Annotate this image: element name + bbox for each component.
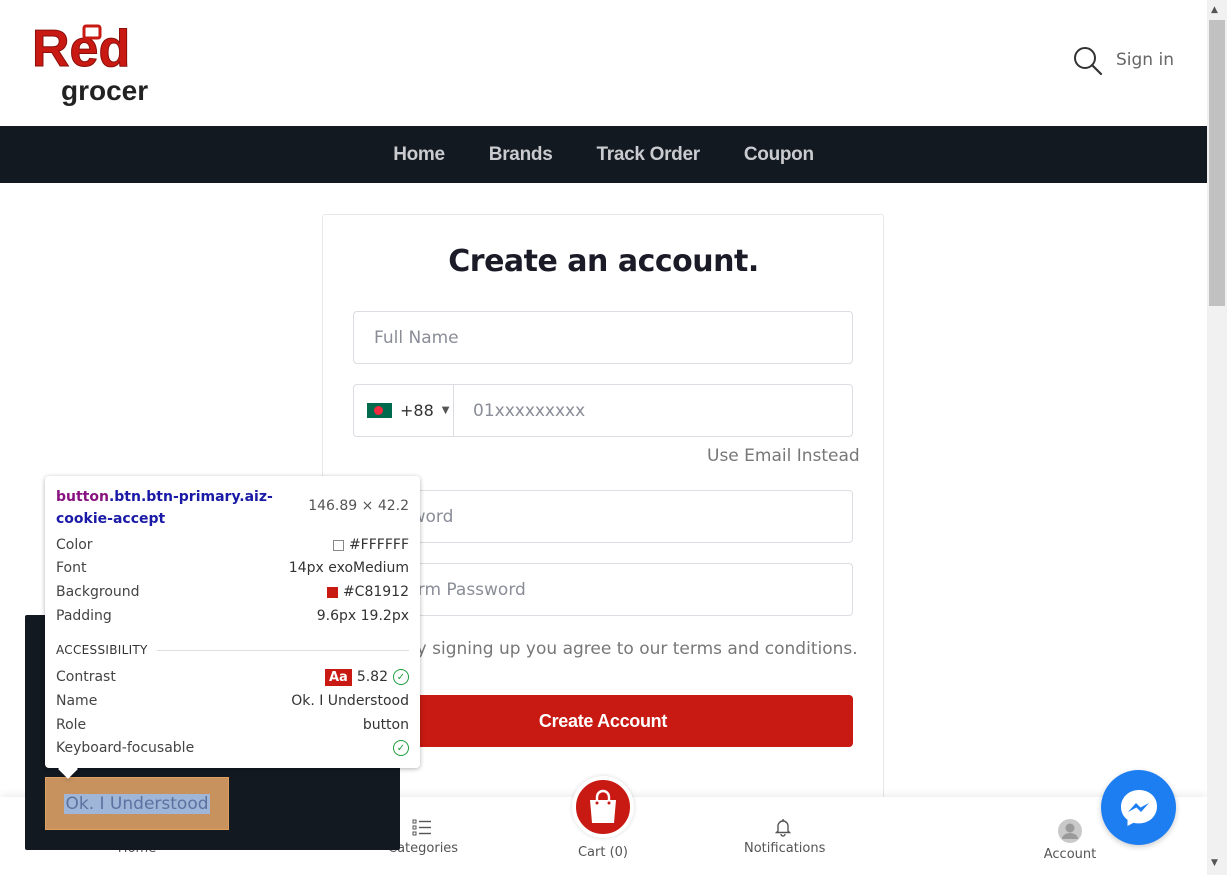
- bottom-nav-notifications[interactable]: Notifications: [744, 817, 826, 856]
- contrast-value: 5.82: [356, 669, 388, 685]
- tooltip-row-value: Ok. I Understood: [291, 693, 409, 709]
- tooltip-selector: button.btn.btn-primary.aiz-cookie-accept: [56, 486, 306, 530]
- country-code-select[interactable]: +88 ▼: [354, 385, 454, 436]
- divider: [157, 650, 409, 651]
- tooltip-row-value: 14px exoMedium: [288, 560, 409, 576]
- full-name-input[interactable]: Full Name: [353, 311, 853, 364]
- avatar-icon: [1058, 819, 1082, 843]
- svg-text:grocer: grocer: [61, 75, 148, 106]
- nav-item-brands[interactable]: Brands: [489, 144, 553, 166]
- tooltip-accessibility-heading: ACCESSIBILITY: [56, 643, 148, 657]
- cookie-accept-button[interactable]: Ok. I Understood: [45, 777, 229, 830]
- tooltip-row-key: Name: [56, 693, 98, 709]
- bell-icon: [774, 819, 792, 837]
- caret-down-icon: ▼: [441, 405, 450, 416]
- cart-button[interactable]: [572, 776, 634, 838]
- create-account-button[interactable]: Create Account: [353, 695, 853, 747]
- scroll-down-arrow-icon[interactable]: ▼: [1211, 858, 1218, 868]
- tooltip-row-padding: Padding 9.6px 19.2px: [56, 606, 409, 626]
- list-icon: [412, 819, 431, 836]
- messenger-chat-button[interactable]: [1101, 770, 1176, 845]
- tooltip-row-color: Color #FFFFFF: [56, 535, 409, 555]
- tooltip-row-font: Font 14px exoMedium: [56, 558, 409, 578]
- tooltip-row-contrast: Contrast Aa 5.82 ✓: [56, 667, 409, 687]
- tooltip-row-value: 9.6px 19.2px: [316, 608, 409, 624]
- tooltip-row-key: Role: [56, 717, 87, 733]
- signin-link[interactable]: Sign in: [1116, 50, 1174, 70]
- tooltip-row-name: Name Ok. I Understood: [56, 691, 409, 711]
- devtools-inspect-tooltip: button.btn.btn-primary.aiz-cookie-accept…: [45, 476, 420, 768]
- confirm-password-input[interactable]: Confirm Password: [353, 563, 853, 616]
- shopping-bag-icon: [590, 789, 616, 823]
- nav-item-home[interactable]: Home: [393, 144, 445, 166]
- tooltip-row-value: #FFFFFF: [348, 537, 409, 553]
- color-swatch: [326, 586, 338, 598]
- phone-field: +88 ▼ 01xxxxxxxxx: [353, 384, 853, 437]
- tooltip-row-value: button: [362, 717, 409, 733]
- tooltip-row-key: Color: [56, 537, 93, 553]
- nav-item-coupon[interactable]: Coupon: [744, 144, 814, 166]
- svg-text:Red: Red: [32, 20, 130, 78]
- tooltip-row-keyboard: Keyboard-focusable ✓: [56, 738, 409, 758]
- tooltip-row-background: Background #C81912: [56, 582, 409, 602]
- site-header: Red grocer Sign in: [0, 0, 1207, 126]
- use-email-link[interactable]: Use Email Instead: [707, 446, 860, 466]
- bottom-nav-account[interactable]: Account: [1043, 819, 1097, 862]
- country-code-value: +88: [400, 401, 434, 420]
- scroll-up-arrow-icon[interactable]: ▲: [1211, 5, 1218, 15]
- phone-input[interactable]: 01xxxxxxxxx: [454, 385, 852, 436]
- tooltip-row-key: Font: [56, 560, 87, 576]
- terms-text: By signing up you agree to our terms and…: [405, 639, 858, 659]
- tooltip-row-key: Padding: [56, 608, 112, 624]
- search-icon[interactable]: [1073, 46, 1103, 76]
- bangladesh-flag-icon: [367, 403, 392, 418]
- bottom-nav-notifications-label: Notifications: [744, 841, 826, 856]
- nav-item-track-order[interactable]: Track Order: [596, 144, 700, 166]
- page-title: Create an account.: [448, 244, 759, 279]
- check-circle-icon: ✓: [393, 669, 409, 685]
- site-logo[interactable]: Red grocer: [32, 20, 154, 107]
- password-input[interactable]: Password: [353, 490, 853, 543]
- tooltip-row-role: Role button: [56, 715, 409, 735]
- messenger-icon: [1120, 789, 1157, 826]
- tooltip-row-key: Background: [56, 584, 140, 600]
- check-circle-icon: ✓: [393, 740, 409, 756]
- tooltip-dimensions: 146.89 × 42.2: [308, 498, 409, 514]
- tooltip-selector-tag: button: [56, 489, 109, 505]
- contrast-badge: Aa: [324, 668, 352, 686]
- scrollbar-thumb[interactable]: [1209, 20, 1225, 306]
- bottom-nav-account-label: Account: [1043, 847, 1097, 862]
- tooltip-row-key: Keyboard-focusable: [56, 740, 195, 756]
- cookie-accept-label: Ok. I Understood: [64, 793, 210, 814]
- color-swatch: [332, 539, 344, 551]
- tooltip-row-key: Contrast: [56, 669, 116, 685]
- logo-graphic: Red grocer: [32, 20, 149, 107]
- tooltip-row-value: #C81912: [342, 584, 409, 600]
- cart-label: Cart (0): [577, 845, 629, 860]
- main-nav: Home Brands Track Order Coupon: [0, 126, 1207, 183]
